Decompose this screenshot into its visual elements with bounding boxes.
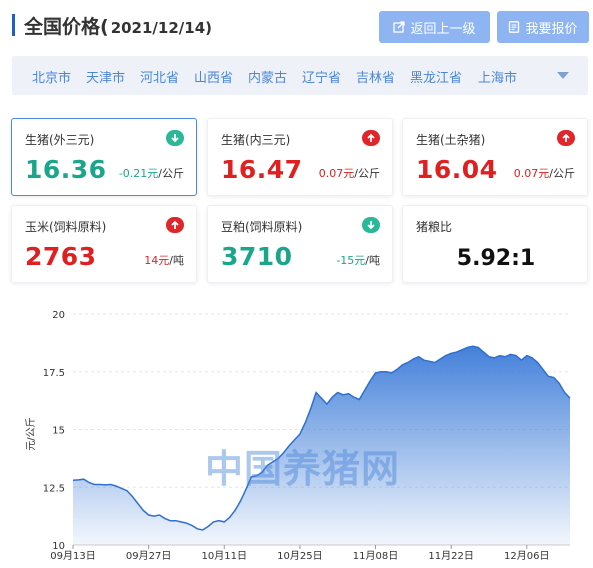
card-change: 0.07元/公斤 (319, 165, 380, 181)
change-unit: /吨 (365, 254, 380, 267)
card-price: 16.04 (416, 155, 498, 184)
price-card-soymeal[interactable]: 豆粕(饲料原料) 3710 -15元/吨 (207, 205, 393, 283)
y-tick-label: 17.5 (43, 368, 65, 379)
card-label: 豆粕(饲料原料) (221, 220, 303, 234)
change-amount: 0.07元 (318, 167, 355, 180)
change-unit: /公斤 (549, 167, 575, 180)
card-price: 3710 (221, 242, 293, 271)
change-amount: -15元 (336, 254, 366, 267)
price-trend-chart: 1012.51517.520 09月13日 09月27日 10月11日 10月25日 1… (25, 310, 571, 562)
x-tick-label: 10月11日 (202, 550, 247, 562)
y-tick-label: 15 (52, 426, 65, 437)
change-unit: /公斤 (354, 167, 380, 180)
page-header: 全国价格(2021/12/14) 返回上一级 我要报价 (0, 0, 593, 48)
x-tick-label: 09月27日 (126, 550, 171, 562)
card-label: 玉米(饲料原料) (25, 220, 107, 234)
card-label: 生猪(内三元) (221, 133, 291, 147)
card-price: 16.36 (25, 155, 107, 184)
y-axis-label: 元/公斤 (25, 417, 37, 450)
back-button[interactable]: 返回上一级 (379, 11, 490, 43)
card-label: 生猪(土杂猪) (416, 133, 486, 147)
back-button-label: 返回上一级 (410, 21, 476, 37)
region-tab[interactable]: 内蒙古 (248, 67, 287, 86)
card-change: -0.21元/公斤 (119, 165, 184, 181)
y-tick-label: 12.5 (43, 483, 65, 494)
quote-button-label: 我要报价 (525, 21, 578, 37)
arrow-down-icon (166, 130, 184, 146)
ratio-value: 5.92:1 (456, 246, 536, 271)
arrow-up-icon (362, 130, 380, 146)
change-amount: 0.07元 (513, 167, 550, 180)
card-label: 生猪(外三元) (25, 133, 95, 147)
change-amount: 14元 (144, 254, 170, 267)
y-tick-label: 20 (52, 310, 65, 321)
region-tab[interactable]: 河北省 (140, 67, 179, 86)
quote-button[interactable]: 我要报价 (497, 11, 589, 43)
x-tick-label: 09月13日 (50, 550, 95, 562)
x-tick-label: 11月08日 (353, 550, 398, 562)
region-tab[interactable]: 天津市 (86, 67, 125, 86)
back-arrow-icon (393, 21, 406, 33)
card-price: 16.47 (221, 155, 303, 184)
price-card-pig-native[interactable]: 生猪(土杂猪) 16.04 0.07元/公斤 (402, 118, 588, 196)
change-amount: -0.21元 (118, 167, 159, 180)
card-change: 14元/吨 (144, 252, 184, 268)
price-card-corn[interactable]: 玉米(饲料原料) 2763 14元/吨 (11, 205, 197, 283)
page-date: 2021/12/14) (110, 19, 212, 37)
change-unit: /吨 (169, 254, 184, 267)
region-tab[interactable]: 北京市 (32, 67, 71, 86)
region-tab[interactable]: 黑龙江省 (410, 67, 462, 86)
arrow-up-icon (166, 217, 184, 233)
card-label: 猪粮比 (416, 220, 453, 234)
region-tab[interactable]: 吉林省 (356, 67, 395, 86)
chevron-down-icon[interactable] (557, 72, 569, 79)
arrow-down-icon (362, 217, 380, 233)
title-accent-bar (12, 14, 15, 36)
change-unit: /公斤 (158, 167, 184, 180)
card-price: 2763 (25, 242, 97, 271)
region-tab[interactable]: 上海市 (478, 67, 517, 86)
region-tabs: 北京市 天津市 河北省 山西省 内蒙古 辽宁省 吉林省 黑龙江省 上海市 (12, 56, 588, 95)
price-card-pig-outer[interactable]: 生猪(外三元) 16.36 -0.21元/公斤 (11, 118, 197, 196)
page-title: 全国价格(2021/12/14) (24, 12, 212, 39)
region-tab[interactable]: 辽宁省 (302, 67, 341, 86)
card-change: -15元/吨 (336, 252, 380, 268)
region-tab[interactable]: 山西省 (194, 67, 233, 86)
pig-grain-ratio-card: 猪粮比 5.92:1 (402, 205, 588, 283)
price-card-pig-inner[interactable]: 生猪(内三元) 16.47 0.07元/公斤 (207, 118, 393, 196)
document-icon (509, 21, 520, 33)
x-tick-label: 11月22日 (428, 550, 473, 562)
page-title-text: 全国价格( (24, 16, 109, 38)
watermark: 中国养猪网 (205, 447, 401, 491)
x-tick-label: 12月06日 (504, 550, 549, 562)
x-tick-label: 10月25日 (277, 550, 322, 562)
arrow-up-icon (557, 130, 575, 146)
card-change: 0.07元/公斤 (514, 165, 575, 181)
